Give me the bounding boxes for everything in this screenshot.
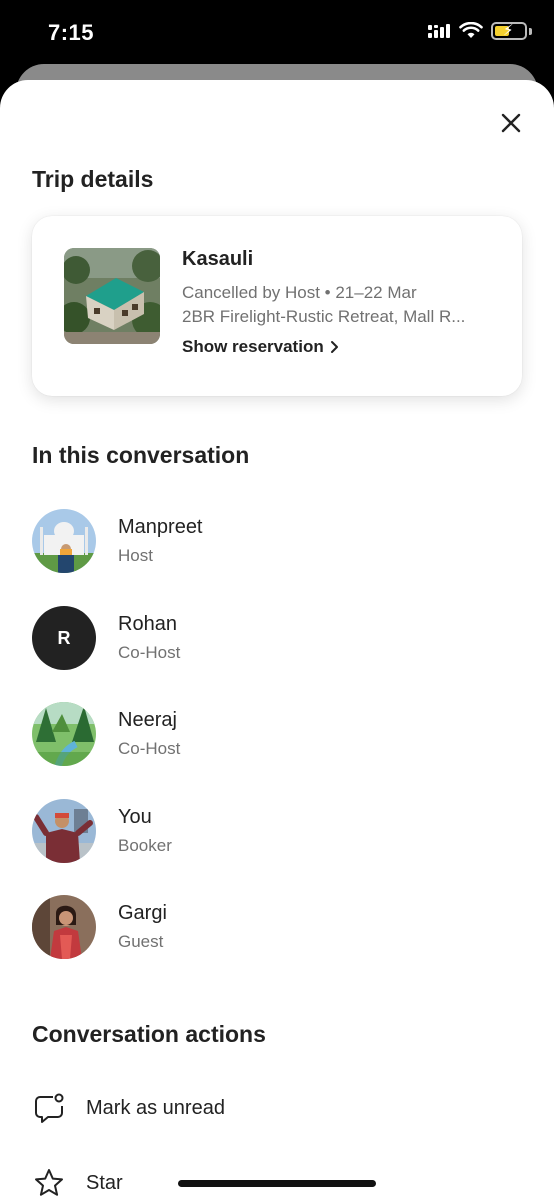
star-action[interactable]: Star <box>32 1166 123 1200</box>
participant-name: Neeraj <box>118 709 177 731</box>
avatar <box>32 509 96 573</box>
chat-unread-icon <box>32 1091 66 1125</box>
trip-listing-name: 2BR Firelight-Rustic Retreat, Mall R... <box>182 307 466 326</box>
action-label: Star <box>86 1171 123 1194</box>
battery-cap <box>529 27 532 35</box>
cellular-signal-icon <box>428 24 450 38</box>
status-icons: ⚡ <box>427 22 532 40</box>
mark-as-unread-action[interactable]: Mark as unread <box>32 1091 225 1125</box>
battery-icon: ⚡ <box>491 22 527 40</box>
trip-status-dates: Cancelled by Host • 21–22 Mar <box>182 283 417 302</box>
participant-name: Manpreet <box>118 516 203 538</box>
details-sheet: Trip details Kasauli Cancelled by Host •… <box>0 80 554 1200</box>
participant-role: Guest <box>118 932 164 951</box>
participant-name: You <box>118 806 152 828</box>
participant-name: Rohan <box>118 613 177 635</box>
participant-role: Host <box>118 546 153 565</box>
conversation-title: In this conversation <box>32 442 250 468</box>
avatar-initial: R <box>32 606 96 670</box>
trip-city: Kasauli <box>182 248 254 270</box>
trip-details-title: Trip details <box>32 166 154 192</box>
show-reservation-label: Show reservation <box>182 337 324 356</box>
listing-thumbnail <box>64 248 160 344</box>
avatar <box>32 895 96 959</box>
close-icon <box>501 113 521 133</box>
participant-role: Co-Host <box>118 739 181 758</box>
action-label: Mark as unread <box>86 1096 225 1119</box>
avatar <box>32 702 96 766</box>
show-reservation-link[interactable]: Show reservation <box>182 337 498 357</box>
wifi-icon <box>459 22 483 38</box>
participant-gargi[interactable]: Gargi Guest <box>32 894 522 960</box>
participant-rohan[interactable]: R Rohan Co-Host <box>32 605 522 671</box>
close-button[interactable] <box>492 104 530 142</box>
status-time: 7:15 <box>48 20 95 45</box>
participant-neeraj[interactable]: Neeraj Co-Host <box>32 701 522 767</box>
participant-role: Booker <box>118 836 172 855</box>
participant-manpreet[interactable]: Manpreet Host <box>32 508 522 574</box>
status-bar: 7:15 ⚡ <box>0 0 554 64</box>
avatar <box>32 799 96 863</box>
home-indicator[interactable] <box>178 1180 376 1187</box>
star-icon <box>32 1166 66 1200</box>
chevron-right-icon <box>330 341 338 353</box>
participant-role: Co-Host <box>118 643 181 662</box>
trip-card[interactable]: Kasauli Cancelled by Host • 21–22 Mar 2B… <box>32 216 522 396</box>
participant-name: Gargi <box>118 902 167 924</box>
conversation-actions-title: Conversation actions <box>32 1021 266 1047</box>
participant-you[interactable]: You Booker <box>32 798 522 864</box>
